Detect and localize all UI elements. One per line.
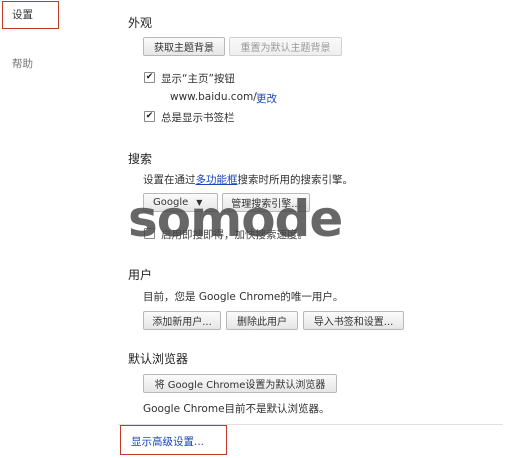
make-default-browser-button[interactable]: 将 Google Chrome设置为默认浏览器	[143, 374, 337, 393]
omnibox-link[interactable]: 多功能框	[196, 174, 238, 186]
import-bookmarks-button[interactable]: 导入书签和设置...	[303, 311, 404, 330]
get-themes-button[interactable]: 获取主题背景	[143, 37, 225, 56]
show-bookmarks-bar-label: 总是显示书签栏	[161, 112, 235, 124]
search-description: 设置在通过多功能框搜索时所用的搜索引擎。	[143, 172, 353, 187]
default-browser-title: 默认浏览器	[128, 352, 189, 366]
search-title: 搜索	[128, 152, 153, 166]
add-user-button[interactable]: 添加新用户...	[143, 311, 221, 330]
watermark-text: somode	[128, 190, 343, 248]
show-advanced-settings-link[interactable]: 显示高级设置...	[131, 434, 204, 449]
delete-user-button[interactable]: 删除此用户	[226, 311, 298, 330]
search-desc-after: 搜索时所用的搜索引擎。	[237, 174, 354, 186]
reset-theme-button[interactable]: 重置为默认主题背景	[229, 37, 342, 56]
users-description: 目前，您是 Google Chrome的唯一用户。	[143, 291, 344, 303]
show-bookmarks-bar-checkbox[interactable]: ✔	[144, 111, 155, 122]
home-page-url: www.baidu.com/	[170, 91, 257, 103]
users-title: 用户	[128, 268, 153, 282]
appearance-title: 外观	[128, 16, 153, 30]
default-browser-status: Google Chrome目前不是默认浏览器。	[143, 403, 330, 415]
search-desc-before: 设置在通过	[143, 174, 196, 186]
nav-item-settings[interactable]: 设置	[12, 7, 33, 22]
show-home-button-label: 显示“主页”按钮	[161, 73, 235, 85]
change-home-page-link[interactable]: 更改	[256, 91, 277, 106]
show-home-button-checkbox[interactable]: ✔	[144, 72, 155, 83]
nav-item-help[interactable]: 帮助	[12, 56, 33, 71]
